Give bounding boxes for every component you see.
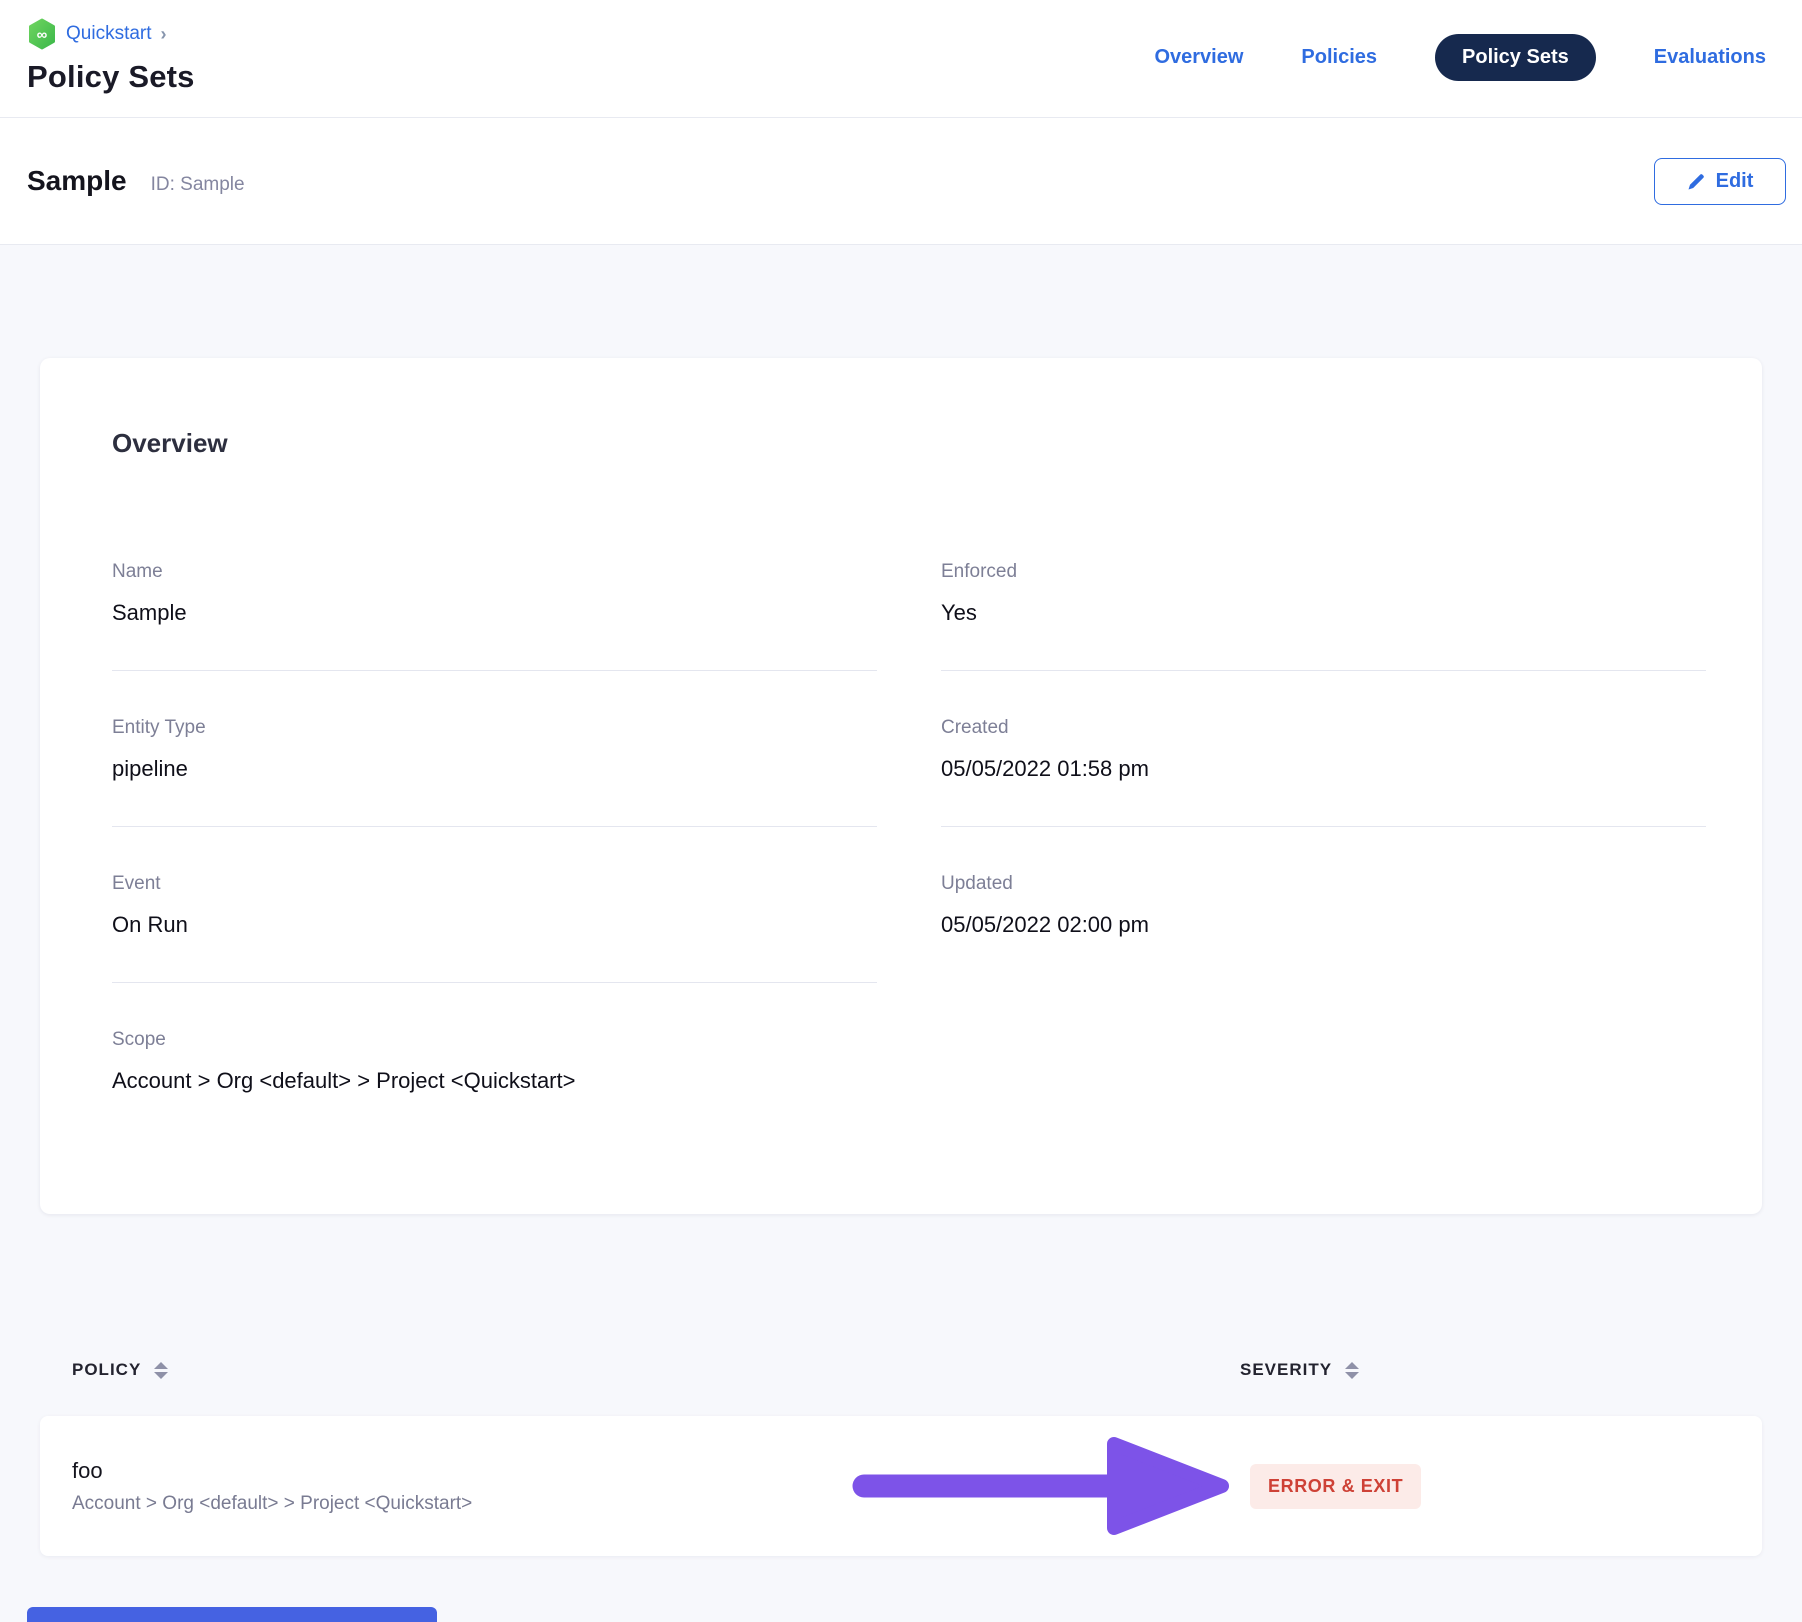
project-logo-icon: ∞: [27, 18, 57, 50]
field-enforced: Enforced Yes: [941, 561, 1706, 671]
bottom-partial-bar: [27, 1607, 437, 1622]
policies-table: POLICY SEVERITY foo Account > Org <defau…: [40, 1360, 1762, 1556]
tab-policies[interactable]: Policies: [1301, 46, 1377, 69]
overview-right-column: Enforced Yes Created 05/05/2022 01:58 pm…: [941, 561, 1706, 1094]
field-created: Created 05/05/2022 01:58 pm: [941, 717, 1706, 827]
severity-badge: ERROR & EXIT: [1250, 1464, 1421, 1509]
field-value: pipeline: [112, 756, 877, 782]
column-header-policy: POLICY: [72, 1360, 1240, 1380]
top-header: ∞ Quickstart › Policy Sets Overview Poli…: [0, 0, 1802, 118]
column-header-label: SEVERITY: [1240, 1360, 1332, 1380]
column-header-label: POLICY: [72, 1360, 141, 1380]
field-label: Name: [112, 561, 877, 583]
svg-text:∞: ∞: [37, 27, 48, 44]
field-label: Entity Type: [112, 717, 877, 739]
edit-button-label: Edit: [1716, 170, 1754, 193]
pencil-icon: [1687, 172, 1706, 191]
policy-name: foo: [72, 1458, 1240, 1484]
field-label: Enforced: [941, 561, 1706, 583]
sort-icon[interactable]: [154, 1362, 168, 1379]
field-updated: Updated 05/05/2022 02:00 pm: [941, 873, 1706, 938]
top-nav: Overview Policies Policy Sets Evaluation…: [1154, 34, 1766, 81]
policy-scope: Account > Org <default> > Project <Quick…: [72, 1493, 1240, 1515]
breadcrumb-chevron-icon: ›: [161, 24, 167, 45]
tab-policy-sets-active[interactable]: Policy Sets: [1435, 34, 1596, 81]
overview-card: Overview Name Sample Entity Type pipelin…: [40, 358, 1762, 1214]
field-label: Created: [941, 717, 1706, 739]
field-entity-type: Entity Type pipeline: [112, 717, 877, 827]
edit-button[interactable]: Edit: [1654, 158, 1786, 205]
overview-card-title: Overview: [112, 428, 1706, 459]
field-value: Yes: [941, 600, 1706, 626]
field-event: Event On Run: [112, 873, 877, 983]
field-value: 05/05/2022 01:58 pm: [941, 756, 1706, 782]
severity-cell: ERROR & EXIT: [1240, 1464, 1730, 1509]
table-row[interactable]: foo Account > Org <default> > Project <Q…: [40, 1416, 1762, 1556]
overview-left-column: Name Sample Entity Type pipeline Event O…: [112, 561, 877, 1094]
tab-overview[interactable]: Overview: [1154, 46, 1243, 69]
policy-set-name: Sample: [27, 165, 127, 197]
field-value: Sample: [112, 600, 877, 626]
table-header-row: POLICY SEVERITY: [40, 1360, 1762, 1380]
field-value: 05/05/2022 02:00 pm: [941, 912, 1706, 938]
field-value: On Run: [112, 912, 877, 938]
sort-icon[interactable]: [1345, 1362, 1359, 1379]
field-value: Account > Org <default> > Project <Quick…: [112, 1068, 877, 1094]
field-scope: Scope Account > Org <default> > Project …: [112, 1029, 877, 1094]
column-header-severity: SEVERITY: [1240, 1360, 1730, 1380]
entity-subheader: Sample ID: Sample Edit: [0, 118, 1802, 245]
field-label: Event: [112, 873, 877, 895]
field-name: Name Sample: [112, 561, 877, 671]
field-label: Scope: [112, 1029, 877, 1051]
breadcrumb-project-link[interactable]: Quickstart: [66, 23, 152, 45]
field-label: Updated: [941, 873, 1706, 895]
policy-set-id: ID: Sample: [151, 174, 245, 196]
policy-cell: foo Account > Org <default> > Project <Q…: [72, 1458, 1240, 1515]
tab-evaluations[interactable]: Evaluations: [1654, 46, 1766, 69]
